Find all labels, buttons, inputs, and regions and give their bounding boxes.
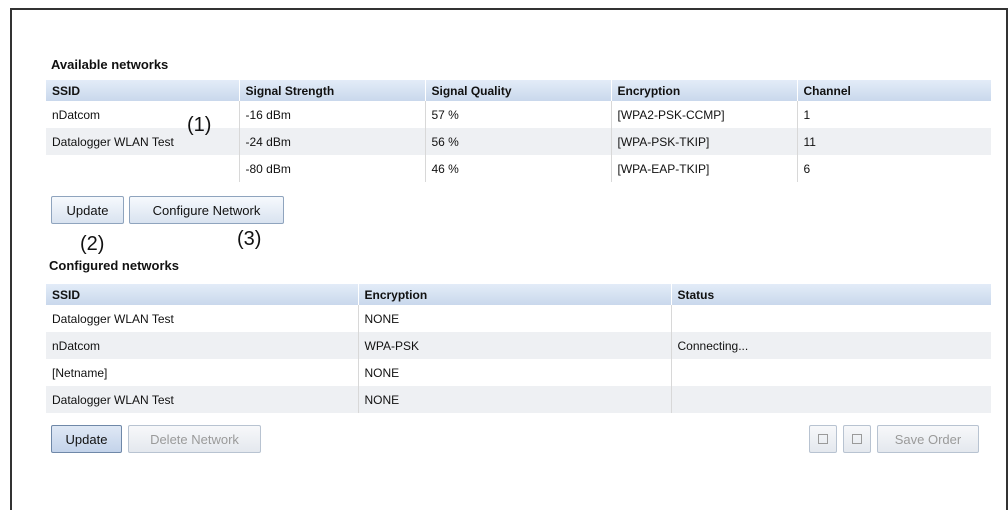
cell-ssid: Datalogger WLAN Test (46, 386, 359, 413)
table-row[interactable]: Datalogger WLAN Test NONE (46, 386, 991, 413)
column-header-ssid[interactable]: SSID (46, 284, 359, 305)
column-header-signal-quality[interactable]: Signal Quality (425, 80, 612, 101)
cell-signal-strength: -24 dBm (239, 128, 426, 155)
cell-encryption: NONE (358, 359, 672, 386)
cell-signal-quality: 56 % (425, 128, 612, 155)
cell-channel: 6 (797, 155, 991, 182)
column-header-status[interactable]: Status (671, 284, 991, 305)
cell-status (671, 359, 991, 386)
cell-encryption: WPA-PSK (358, 332, 672, 359)
cell-encryption: NONE (358, 386, 672, 413)
column-header-ssid[interactable]: SSID (46, 80, 240, 101)
callout-3: (3) (237, 228, 262, 250)
cell-encryption: NONE (358, 305, 672, 332)
cell-encryption: [WPA2-PSK-CCMP] (611, 101, 798, 128)
cell-status (671, 305, 991, 332)
update-configured-button[interactable]: Update (51, 425, 122, 453)
cell-encryption: [WPA-EAP-TKIP] (611, 155, 798, 182)
cell-ssid: Datalogger WLAN Test (46, 305, 359, 332)
cell-ssid: nDatcom (46, 332, 359, 359)
column-header-channel[interactable]: Channel (797, 80, 991, 101)
cell-signal-strength: -16 dBm (239, 101, 426, 128)
column-header-encryption[interactable]: Encryption (611, 80, 798, 101)
save-order-button[interactable]: Save Order (877, 425, 979, 453)
table-header-row: SSID Signal Strength Signal Quality Encr… (46, 80, 991, 101)
table-row[interactable]: Datalogger WLAN Test NONE (46, 305, 991, 332)
table-header-row: SSID Encryption Status (46, 284, 991, 305)
move-up-button[interactable] (809, 425, 837, 453)
square-icon (818, 434, 828, 444)
column-header-signal-strength[interactable]: Signal Strength (239, 80, 426, 101)
delete-network-button[interactable]: Delete Network (128, 425, 261, 453)
cell-signal-quality: 57 % (425, 101, 612, 128)
cell-encryption: [WPA-PSK-TKIP] (611, 128, 798, 155)
configured-networks-table: SSID Encryption Status Datalogger WLAN T… (46, 284, 991, 413)
cell-channel: 1 (797, 101, 991, 128)
table-row[interactable]: nDatcom WPA-PSK Connecting... (46, 332, 991, 359)
cell-ssid (46, 155, 240, 182)
table-row[interactable]: [Netname] NONE (46, 359, 991, 386)
column-header-encryption[interactable]: Encryption (358, 284, 672, 305)
callout-2: (2) (80, 233, 105, 255)
cell-signal-quality: 46 % (425, 155, 612, 182)
table-row[interactable]: -80 dBm 46 % [WPA-EAP-TKIP] 6 (46, 155, 991, 182)
update-available-button[interactable]: Update (51, 196, 124, 224)
cell-ssid: [Netname] (46, 359, 359, 386)
cell-signal-strength: -80 dBm (239, 155, 426, 182)
configure-network-button[interactable]: Configure Network (129, 196, 284, 224)
available-networks-title: Available networks (51, 57, 169, 72)
cell-status: Connecting... (671, 332, 991, 359)
square-icon (852, 434, 862, 444)
callout-1: (1) (187, 114, 212, 136)
cell-status (671, 386, 991, 413)
move-down-button[interactable] (843, 425, 871, 453)
configured-networks-title: Configured networks (49, 258, 180, 273)
cell-channel: 11 (797, 128, 991, 155)
